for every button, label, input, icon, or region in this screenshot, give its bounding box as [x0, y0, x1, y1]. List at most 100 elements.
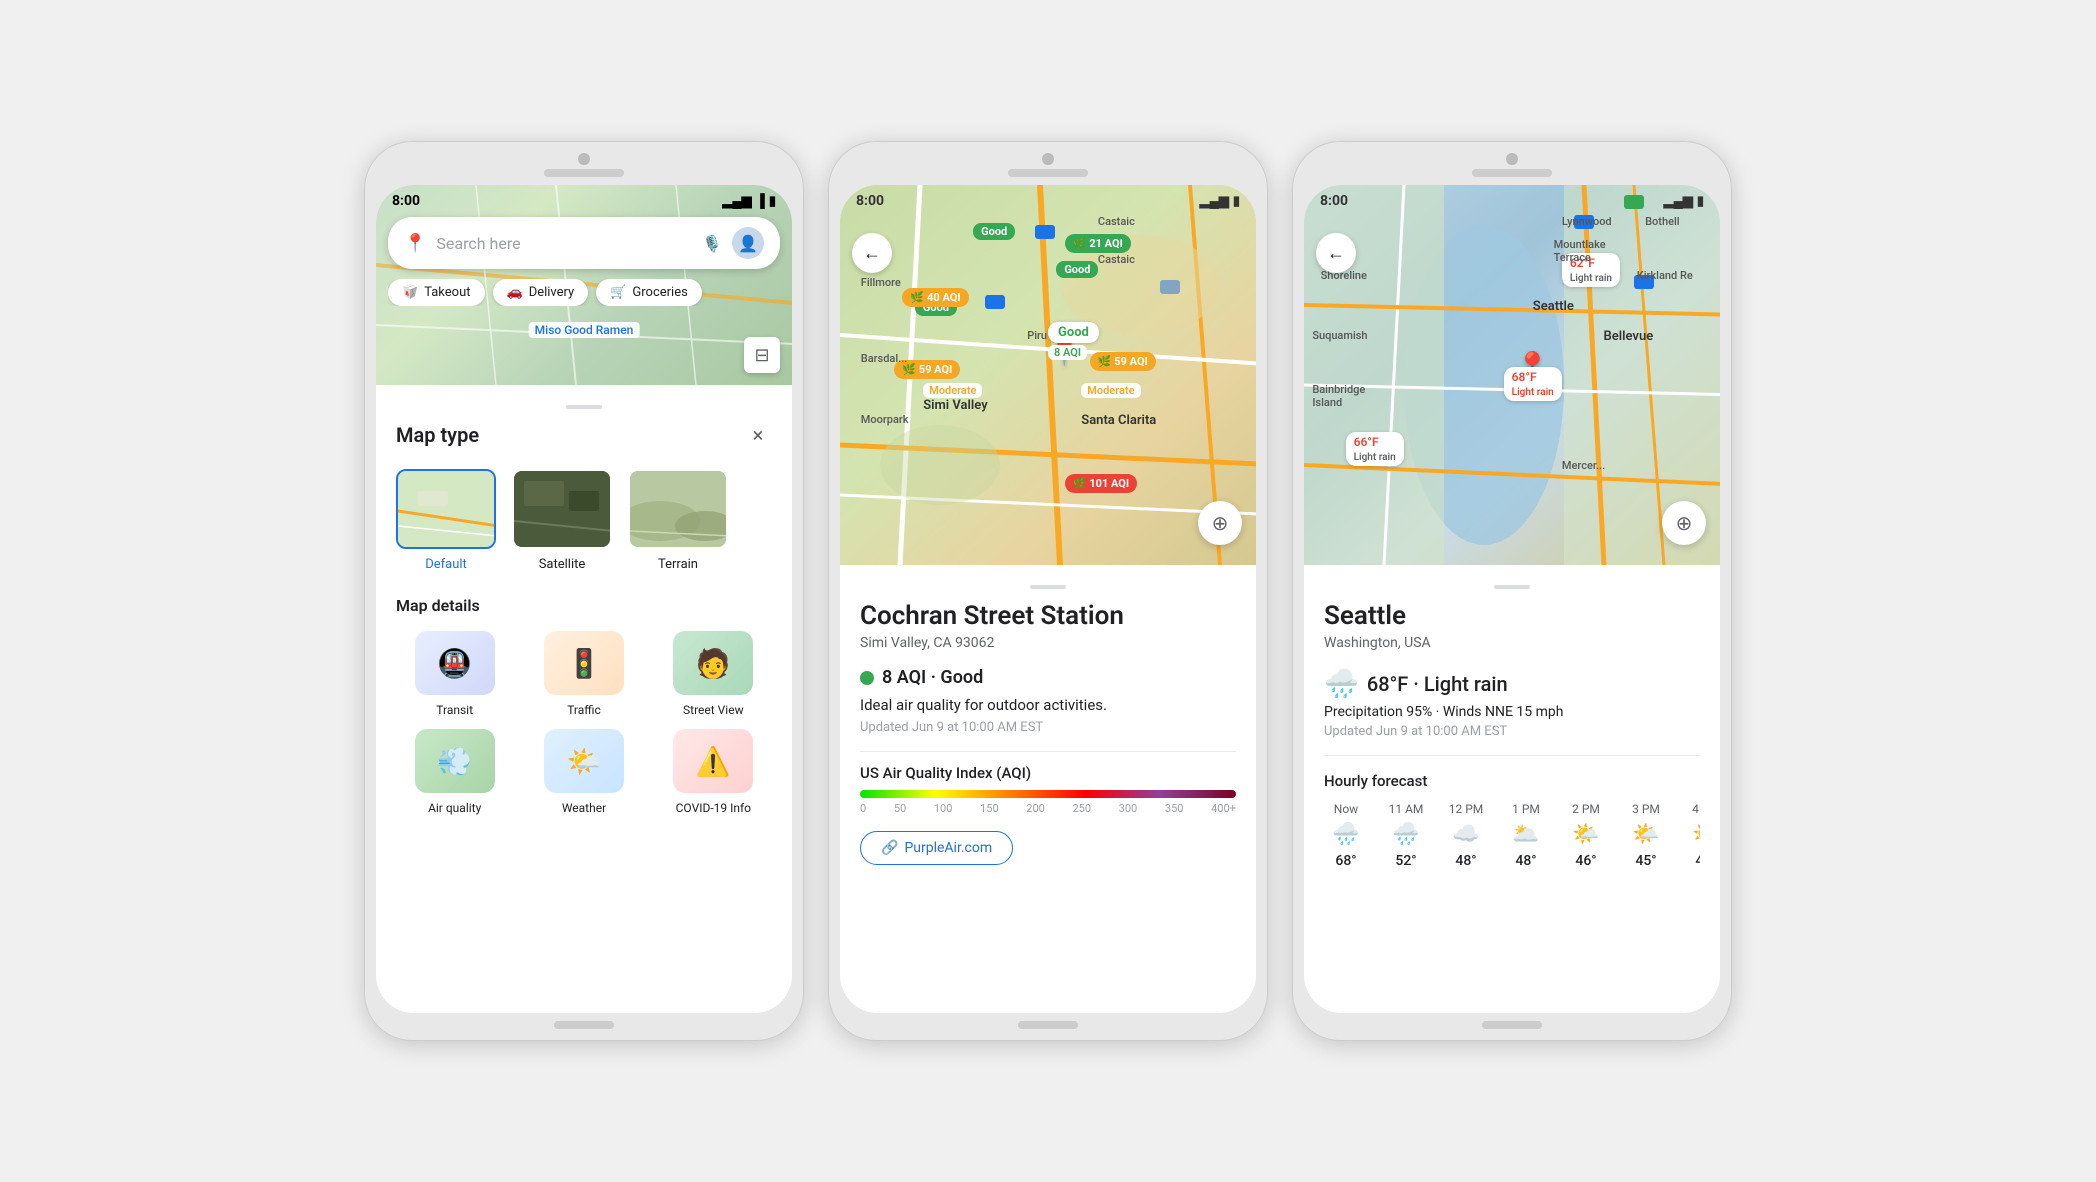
map-type-options: Default [396, 469, 772, 572]
transit-label: Transit [436, 703, 473, 717]
satellite-preview [514, 471, 610, 547]
good-label-2: Good [1056, 261, 1098, 278]
satellite-preview-svg [514, 471, 610, 547]
chip-groceries[interactable]: 🛒 Groceries [596, 279, 702, 306]
aqi-bubble-40: 🌿40 AQI [902, 288, 968, 307]
detail-covid[interactable]: ⚠️ COVID-19 Info [655, 729, 772, 815]
hourly-time-6: 4 PM [1692, 802, 1700, 816]
santaclarita-label: Santa Clarita [1081, 413, 1156, 428]
suquamish-label: Suquamish [1312, 329, 1367, 342]
covid-icon-container: ⚠️ [673, 729, 753, 793]
aqi-bubble-21: 🌿21 AQI [1065, 234, 1131, 253]
aqi-bar-container: 0 50 100 150 200 250 300 350 400+ [860, 790, 1236, 815]
detail-traffic[interactable]: 🚦 Traffic [525, 631, 642, 717]
signal-icon-3: ▂▄▆ [1664, 193, 1693, 209]
phone-3-map: 8:00 ▂▄▆ ▮ [1304, 185, 1720, 565]
detail-streetview[interactable]: 🧑 Street View [655, 631, 772, 717]
avatar[interactable]: 👤 [732, 227, 764, 259]
search-bar[interactable]: 📍 Search here 🎙️ 👤 [388, 217, 780, 269]
castaic-label: Castaic [1098, 215, 1135, 228]
chip-takeout[interactable]: 🥡 Takeout [388, 279, 485, 306]
aqi-8-label: 8 AQI [1048, 345, 1087, 360]
location-button-3[interactable]: ⊕ [1662, 501, 1706, 545]
transit-icon: 🚇 [415, 631, 495, 695]
piru-label: Piru [1027, 329, 1047, 342]
map-type-satellite[interactable]: Satellite [512, 469, 612, 572]
location-button-2[interactable]: ⊕ [1198, 501, 1242, 545]
aqi-dot [860, 671, 874, 685]
weather-content-panel: Seattle Washington, USA 🌧️ 68°F · Light … [1304, 565, 1720, 1013]
scroll-handle [566, 405, 602, 409]
hourly-temp-6: 45° [1695, 853, 1700, 869]
delivery-icon: 🚗 [507, 285, 523, 300]
mic-icon[interactable]: 🎙️ [702, 234, 722, 253]
chip-delivery[interactable]: 🚗 Delivery [493, 279, 589, 306]
bellevue-label: Bellevue [1604, 329, 1654, 344]
aqi-bubble-101: 🌿101 AQI [1065, 474, 1137, 493]
status-bar-1: 8:00 ▂▄▆ ▐ ▮ [376, 185, 792, 213]
layers-button[interactable]: ⊟ [744, 337, 780, 373]
status-icons-2: ▂▄▆ ▮ [1200, 193, 1240, 209]
hourly-time-3: 1 PM [1512, 802, 1540, 816]
time-2: 8:00 [856, 193, 884, 209]
restaurant-label: Miso Good Ramen [529, 322, 640, 338]
hourly-icon-1: 🌧️ [1392, 822, 1419, 847]
aqi-101-icon: 🌿 [1073, 477, 1087, 490]
hourly-item-3: 1 PM 🌥️ 48° [1504, 802, 1548, 869]
back-button-2[interactable]: ← [852, 233, 892, 273]
transit-icon-container: 🚇 [415, 631, 495, 695]
aqi-bar [860, 790, 1236, 798]
traffic-icon-container: 🚦 [544, 631, 624, 695]
map-type-terrain[interactable]: Terrain [628, 469, 728, 572]
kirkland-label: Kirkland Re [1637, 269, 1693, 282]
hourly-icon-3: 🌥️ [1512, 822, 1539, 847]
divider-2 [1324, 755, 1700, 756]
hourly-time-1: 11 AM [1389, 802, 1424, 816]
map-type-default[interactable]: Default [396, 469, 496, 572]
airquality-icon-container: 💨 [415, 729, 495, 793]
hourly-item-0: Now 🌧️ 68° [1324, 802, 1368, 869]
close-button[interactable]: × [744, 421, 772, 449]
streetview-label: Street View [683, 703, 744, 717]
terrain-label: Terrain [658, 557, 698, 572]
terrain-thumb [628, 469, 728, 549]
weather-icon-rain: 🌧️ [1324, 667, 1359, 700]
traffic-icon: 🚦 [544, 631, 624, 695]
good-center-bubble: Good [1048, 322, 1099, 343]
purpleair-label: PurpleAir.com [904, 840, 992, 856]
detail-airquality[interactable]: 💨 Air quality [396, 729, 513, 815]
detail-weather[interactable]: 🌤️ Weather [525, 729, 642, 815]
chips-row: 🥡 Takeout 🚗 Delivery 🛒 Groceries [388, 279, 780, 306]
default-thumb [396, 469, 496, 549]
phone-speaker-2 [1008, 169, 1088, 177]
hourly-temp-5: 45° [1635, 853, 1656, 869]
detail-transit[interactable]: 🚇 Transit [396, 631, 513, 717]
groceries-icon: 🛒 [610, 285, 626, 300]
phone-home-3 [1482, 1021, 1542, 1029]
aqi-row: 8 AQI · Good [860, 667, 1236, 688]
time-1: 8:00 [392, 193, 420, 209]
purpleair-button[interactable]: 🔗 PurpleAir.com [860, 831, 1013, 865]
phone-1-map: 8:00 ▂▄▆ ▐ ▮ 📍 Search here 🎙️ 👤 [376, 185, 792, 385]
satellite-label: Satellite [539, 557, 586, 572]
phone-speaker-1 [544, 169, 624, 177]
satellite-thumb [512, 469, 612, 549]
back-button-3[interactable]: ← [1316, 233, 1356, 273]
hourly-temp-3: 48° [1515, 853, 1536, 869]
hourly-time-0: Now [1334, 802, 1358, 816]
moderate-label-2: Moderate [1081, 383, 1140, 398]
phone-camera-3 [1506, 153, 1518, 165]
mercer-label: Mercer... [1562, 459, 1605, 472]
aqi-21-icon: 🌿 [1073, 237, 1087, 250]
default-preview [398, 471, 494, 547]
wifi-icon-1: ▂▄▆ [722, 193, 751, 209]
layers-icon: ⊟ [754, 345, 769, 366]
map-type-sheet: Map type × [376, 385, 792, 1013]
lynnwood-label: Lynnwood [1562, 215, 1612, 228]
hourly-scroll[interactable]: Now 🌧️ 68° 11 AM 🌧️ 52° 12 PM ☁️ 48° 1 P… [1324, 802, 1700, 877]
phone-2-map: 8:00 ▂▄▆ ▮ [840, 185, 1256, 565]
hourly-icon-2: ☁️ [1452, 822, 1479, 847]
location-subtitle-3: Washington, USA [1324, 635, 1700, 651]
moderate-label-1: Moderate [923, 383, 982, 398]
location-title-3: Seattle [1324, 601, 1700, 631]
